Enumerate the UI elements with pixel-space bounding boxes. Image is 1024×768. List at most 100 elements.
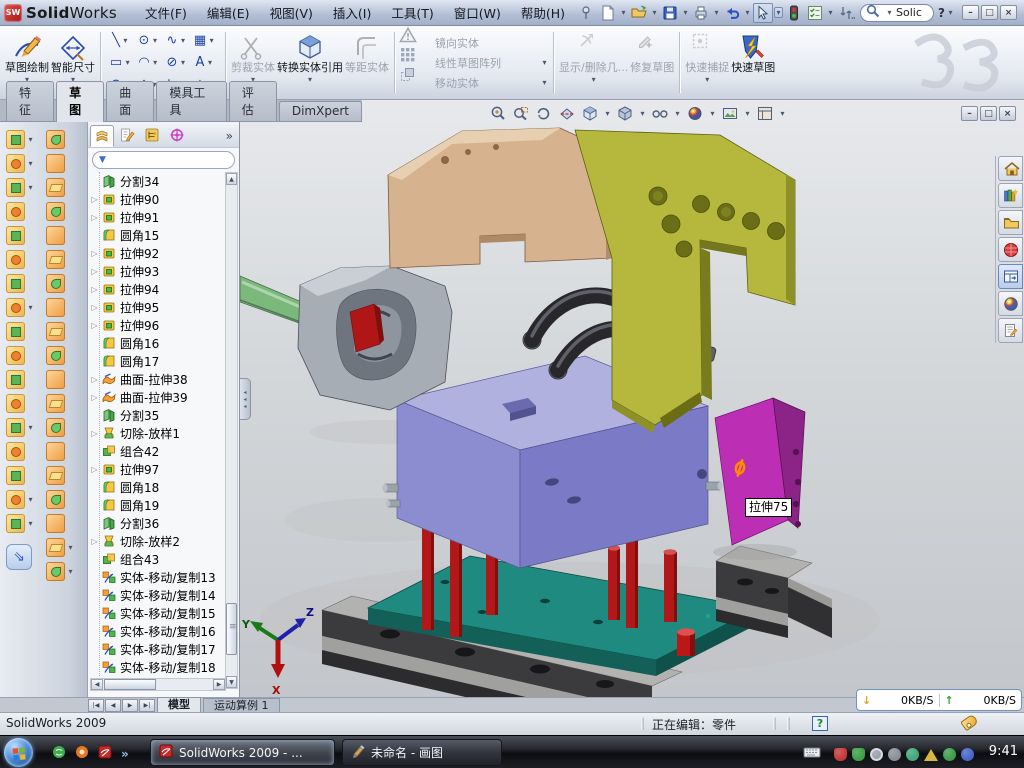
undo-icon[interactable] — [722, 3, 742, 23]
expand-arrow-icon[interactable] — [90, 393, 99, 402]
ribbon-tab-1[interactable]: 草图 — [56, 81, 104, 122]
propertymanager-tab[interactable] — [115, 125, 139, 147]
doc-restore-button[interactable] — [980, 106, 997, 121]
extruded-cut-icon-dropdown[interactable] — [26, 159, 35, 168]
appearances-icon[interactable] — [998, 291, 1023, 316]
last-tab-button[interactable] — [139, 699, 155, 712]
tree-item[interactable]: 拉伸96 — [88, 316, 224, 334]
axis-icon[interactable] — [6, 466, 25, 485]
tree-item[interactable]: 圆角17 — [88, 352, 224, 370]
file-explorer-icon[interactable] — [998, 210, 1023, 235]
ribbon-tab-5[interactable]: DimXpert — [279, 101, 362, 121]
tree-item[interactable]: 拉伸97 — [88, 460, 224, 478]
line-icon[interactable]: ╲ — [107, 30, 135, 52]
draft-icon[interactable] — [6, 274, 25, 293]
new-dropdown[interactable] — [619, 8, 628, 17]
display-style-icon-dropdown[interactable] — [638, 109, 647, 118]
untrim-surface-icon[interactable] — [46, 394, 65, 413]
revolved-boss-icon[interactable] — [6, 226, 25, 245]
first-tab-button[interactable] — [88, 699, 104, 712]
next-tab-button[interactable] — [122, 699, 138, 712]
minimize-button[interactable] — [962, 5, 979, 20]
fillet-icon-dropdown[interactable] — [26, 183, 35, 192]
toolbar-overflow-icon[interactable] — [836, 3, 856, 23]
graphics-area[interactable]: Y Z X 拉伸75 — [240, 100, 1024, 697]
solidworks-resources-icon[interactable] — [998, 237, 1023, 262]
search-dropdown[interactable] — [885, 8, 894, 17]
save-dropdown[interactable] — [681, 8, 690, 17]
dimxpertmanager-tab[interactable] — [165, 125, 189, 147]
revolved-surface-icon[interactable] — [46, 154, 65, 173]
tree-item[interactable]: 曲面-拉伸39 — [88, 388, 224, 406]
freeform-icon[interactable] — [46, 514, 65, 533]
windows-update-icon[interactable] — [870, 748, 883, 761]
lofted-surface-icon[interactable] — [46, 202, 65, 221]
tree-item[interactable]: 实体-移动/复制16 — [88, 622, 224, 640]
scroll-down-icon[interactable] — [226, 676, 237, 688]
print-dropdown[interactable] — [712, 8, 721, 17]
home-icon[interactable] — [998, 156, 1023, 181]
checker-dropdown[interactable] — [826, 8, 835, 17]
view-settings-icon[interactable] — [755, 104, 775, 123]
display-style-icon[interactable] — [615, 104, 635, 123]
move-body-icon[interactable] — [6, 394, 25, 413]
design-checker-icon[interactable] — [805, 3, 825, 23]
help-button[interactable]: ? — [938, 6, 945, 20]
tree-item[interactable]: 实体-移动/复制17 — [88, 640, 224, 658]
network-icon[interactable] — [906, 748, 919, 761]
tree-item[interactable]: 实体-移动/复制15 — [88, 604, 224, 622]
thicken-icon[interactable] — [46, 466, 65, 485]
configurationmanager-tab[interactable] — [140, 125, 164, 147]
menu-item-0[interactable]: 文件(F) — [135, 0, 197, 25]
tree-item[interactable]: 圆角19 — [88, 496, 224, 514]
spline-icon[interactable] — [46, 562, 65, 581]
circle-icon[interactable]: ⊙ — [135, 30, 163, 52]
alert-icon[interactable] — [924, 749, 938, 761]
swept-surface-icon[interactable] — [46, 130, 65, 149]
tree-item[interactable]: 分割35 — [88, 406, 224, 424]
combine-icon[interactable] — [6, 370, 25, 389]
extruded-boss-icon[interactable] — [6, 130, 25, 149]
tree-item[interactable]: 分割34 — [88, 172, 224, 190]
tree-item[interactable]: 切除-放样1 — [88, 424, 224, 442]
boundary-surface-icon[interactable] — [46, 226, 65, 245]
network-speed-widget[interactable]: 0KB/S 0KB/S — [856, 689, 1022, 711]
tree-item[interactable]: 拉伸91 — [88, 208, 224, 226]
expand-arrow-icon[interactable] — [90, 249, 99, 258]
health-icon[interactable] — [943, 748, 956, 761]
menu-item-5[interactable]: 窗口(W) — [444, 0, 511, 25]
ribbon-tab-0[interactable]: 特征 — [6, 81, 54, 121]
extended-surface-icon[interactable] — [46, 178, 65, 197]
custom-properties-icon[interactable] — [998, 318, 1023, 343]
messenger-icon[interactable] — [52, 744, 66, 763]
security-center-icon[interactable] — [834, 748, 847, 761]
tags-icon[interactable] — [960, 714, 979, 732]
mirror-body-icon[interactable] — [6, 346, 25, 365]
tree-item[interactable]: 拉伸92 — [88, 244, 224, 262]
extruded-boss-icon-dropdown[interactable] — [26, 135, 35, 144]
solidworks-quick-icon[interactable] — [98, 744, 112, 763]
rapid-sketch-button[interactable]: 快速草图 — [731, 29, 775, 96]
menu-item-1[interactable]: 编辑(E) — [197, 0, 260, 25]
menu-item-3[interactable]: 插入(I) — [323, 0, 381, 25]
zoom-area-icon[interactable] — [511, 104, 531, 123]
arc-icon[interactable]: ◠ — [135, 52, 163, 74]
convert-entities-button[interactable]: 转换实体引用 — [277, 29, 343, 96]
replace-face-icon[interactable] — [46, 442, 65, 461]
open-icon[interactable] — [629, 3, 649, 23]
edit-appearance-icon-dropdown[interactable] — [708, 109, 717, 118]
view-orientation-icon[interactable] — [580, 104, 600, 123]
curve-icon-dropdown[interactable] — [26, 519, 35, 528]
doc-tab-0[interactable]: 模型 — [157, 697, 201, 712]
select-dropdown[interactable] — [774, 7, 783, 18]
tree-item[interactable]: 拉伸94 — [88, 280, 224, 298]
view-settings-icon-dropdown[interactable] — [778, 109, 787, 118]
quick-launch-overflow-icon[interactable] — [121, 747, 129, 761]
rotate-view-icon[interactable] — [534, 104, 554, 123]
ribbon-tab-4[interactable]: 评估 — [229, 81, 277, 121]
scroll-right-icon[interactable] — [213, 679, 225, 690]
tree-item[interactable]: 实体-移动/复制18 — [88, 658, 224, 676]
menu-item-4[interactable]: 工具(T) — [381, 0, 443, 25]
expand-arrow-icon[interactable] — [90, 465, 99, 474]
open-dropdown[interactable] — [650, 8, 659, 17]
